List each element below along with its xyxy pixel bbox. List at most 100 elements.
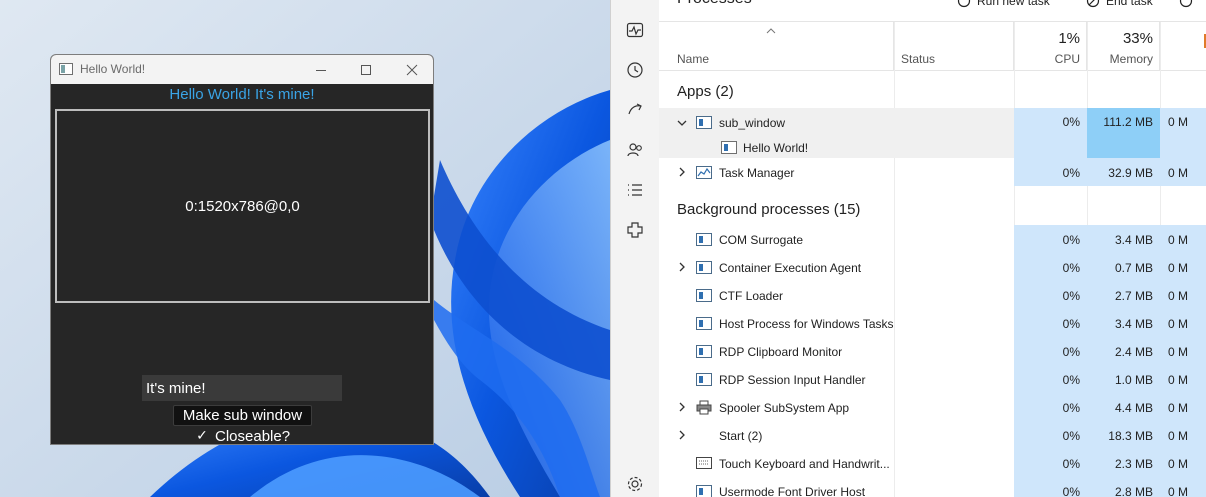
disk-column-header[interactable] [1160,22,1206,71]
run-new-task-label: Run new task [977,0,1050,8]
disk-usage-cell: 0 M [1160,309,1206,337]
maximize-button[interactable] [343,55,389,84]
make-sub-window-button[interactable]: Make sub window [173,405,312,426]
cpu-value: 0% [1062,115,1080,129]
details-icon[interactable] [624,179,646,201]
performance-icon[interactable] [624,19,646,41]
minimize-button[interactable] [298,55,344,84]
process-row[interactable]: 0% 2.8 MB 0 M Usermode Font Driver Host [659,477,1206,497]
disk-usage-cell: 0 M [1160,108,1206,158]
process-row[interactable]: 0% 32.9 MB 0 M Task Manager [659,158,1206,186]
process-row[interactable]: 0% 2.7 MB 0 M CTF Loader [659,281,1206,309]
more-icon [1179,0,1193,8]
process-icon [696,485,712,497]
memory-value: 0.7 MB [1114,261,1153,275]
app-history-icon[interactable] [624,59,646,81]
process-row[interactable]: 0% 18.3 MB 0 M Start (2) [659,421,1206,449]
cpu-usage-cell: 0% [1014,477,1087,497]
process-row[interactable]: 0% 111.2 MB 0 M sub_window Hello World! [659,108,1206,158]
process-name: Host Process for Windows Tasks [719,317,894,331]
minimize-icon [316,69,326,71]
apps-group-label: Apps (2) [677,83,734,100]
chevron-right-icon[interactable] [677,262,687,272]
cpu-value: 0% [1062,429,1080,443]
disk-usage-cell: 0 M [1160,449,1206,477]
cpu-value: 0% [1062,345,1080,359]
memory-usage-cell: 2.7 MB [1087,281,1160,309]
task-manager-window: Processes Run new task End task Name Sta… [610,0,1206,497]
page-title: Processes [677,0,752,8]
cpu-total-percent: 1% [1058,30,1080,47]
cpu-usage-cell: 0% [1014,449,1087,477]
cpu-value: 0% [1062,485,1080,497]
run-new-task-button[interactable]: Run new task [957,0,1050,8]
cpu-usage-cell: 0% [1014,309,1087,337]
end-task-button[interactable]: End task [1086,0,1153,8]
chevron-down-icon[interactable] [677,118,687,128]
window-icon [721,141,737,154]
process-name: Start (2) [719,429,763,443]
cpu-usage-cell: 0% [1014,365,1087,393]
column-header: Name Status 1% CPU 33% Memory [659,22,1206,71]
cpu-usage-cell: 0% [1014,393,1087,421]
memory-column-header[interactable]: 33% Memory [1087,22,1160,71]
cpu-usage-cell: 0% [1014,158,1087,186]
closeable-checkbox[interactable]: ✓ Closeable? [195,426,290,445]
process-name: sub_window [719,116,786,130]
disk-value: 0 M [1168,261,1189,275]
command-bar: Processes Run new task End task [659,0,1206,22]
disk-value: 0 M [1168,289,1189,303]
process-name: Usermode Font Driver Host [719,485,866,497]
disk-value: 0 M [1168,401,1189,415]
process-row[interactable]: 0% 3.4 MB 0 M Host Process for Windows T… [659,309,1206,337]
memory-usage-cell: 2.8 MB [1087,477,1160,497]
name-column-header[interactable]: Name [659,22,894,71]
status-column-header[interactable]: Status [894,22,1014,71]
process-row[interactable]: 0% 0.7 MB 0 M Container Execution Agent [659,253,1206,281]
memory-value: 2.8 MB [1114,485,1153,497]
window-titlebar[interactable]: Hello World! [51,55,433,84]
memory-value: 2.3 MB [1114,457,1153,471]
cpu-value: 0% [1062,401,1080,415]
efficiency-mode-button[interactable] [1179,0,1193,8]
startup-apps-icon[interactable] [624,99,646,121]
process-name: Task Manager [719,166,795,180]
process-row[interactable]: 0% 2.3 MB 0 M Touch Keyboard and Handwri… [659,449,1206,477]
chevron-right-icon[interactable] [677,430,687,440]
cpu-column-header[interactable]: 1% CPU [1014,22,1087,71]
disk-value: 0 M [1168,485,1189,497]
run-task-icon [957,0,971,8]
users-icon[interactable] [624,139,646,161]
maximize-icon [361,64,371,75]
memory-total-percent: 33% [1122,30,1153,47]
close-button[interactable] [389,55,433,84]
close-icon [406,64,418,75]
memory-value: 18.3 MB [1108,429,1153,443]
cpu-usage-cell: 0% [1014,253,1087,281]
disk-value: 0 M [1168,233,1189,247]
cpu-value: 0% [1062,261,1080,275]
cpu-usage-cell: 0% [1014,225,1087,253]
cpu-usage-cell: 0% [1014,337,1087,365]
process-row[interactable]: 0% 4.4 MB 0 M Spooler SubSystem App [659,393,1206,421]
settings-icon[interactable] [624,473,646,495]
chevron-right-icon[interactable] [677,167,687,177]
end-task-label: End task [1106,0,1153,8]
memory-value: 2.4 MB [1114,345,1153,359]
text-input[interactable] [142,375,342,401]
process-name: RDP Clipboard Monitor [719,345,843,359]
child-window-name: Hello World! [743,141,809,155]
checkmark-icon[interactable]: ✓ [195,429,209,443]
process-name: Container Execution Agent [719,261,862,275]
memory-usage-cell: 2.4 MB [1087,337,1160,365]
cpu-value: 0% [1062,373,1080,387]
process-row[interactable]: 0% 1.0 MB 0 M RDP Session Input Handler [659,365,1206,393]
services-icon[interactable] [624,219,646,241]
process-row[interactable]: 0% 2.4 MB 0 M RDP Clipboard Monitor [659,337,1206,365]
memory-value: 3.4 MB [1114,317,1153,331]
sort-ascending-icon [766,28,776,34]
chevron-right-icon[interactable] [677,402,687,412]
memory-value: 1.0 MB [1114,373,1153,387]
apps-group-header: Apps (2) [659,71,1206,108]
process-row[interactable]: 0% 3.4 MB 0 M COM Surrogate [659,225,1206,253]
